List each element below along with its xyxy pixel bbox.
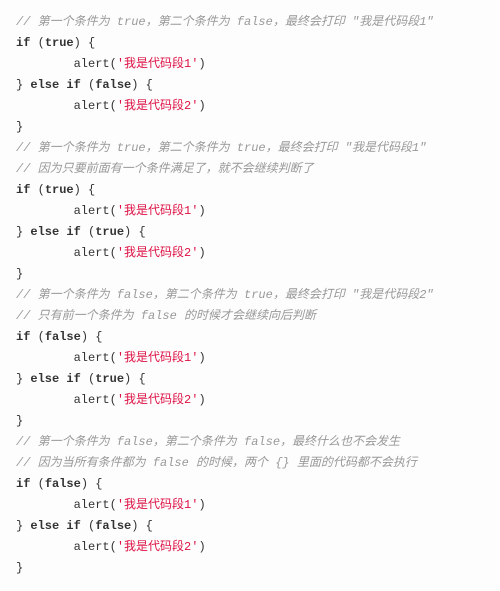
fn-alert: alert [74,540,110,554]
comment: // 因为只要前面有一个条件满足了，就不会继续判断了 [16,162,314,176]
bool: false [95,519,131,533]
string: '我是代码段2' [117,393,199,407]
kw-if: if [16,183,30,197]
bool: true [95,225,124,239]
bool: true [45,36,74,50]
string: '我是代码段1' [117,57,199,71]
string: '我是代码段2' [117,540,199,554]
bool: false [45,330,81,344]
kw-if: if [66,78,80,92]
comment: // 第一个条件为 false，第二个条件为 true，最终会打印 "我是代码段… [16,288,434,302]
kw-if: if [16,36,30,50]
kw-if: if [16,477,30,491]
kw-else: else [30,519,59,533]
string: '我是代码段1' [117,498,199,512]
fn-alert: alert [74,204,110,218]
string: '我是代码段1' [117,204,199,218]
kw-else: else [30,372,59,386]
fn-alert: alert [74,246,110,260]
fn-alert: alert [74,351,110,365]
comment: // 只有前一个条件为 false 的时候才会继续向后判断 [16,309,316,323]
kw-if: if [66,519,80,533]
bool: true [45,183,74,197]
kw-else: else [30,78,59,92]
bool: true [95,372,124,386]
kw-else: else [30,225,59,239]
string: '我是代码段2' [117,99,199,113]
code-block: // 第一个条件为 true，第二个条件为 false，最终会打印 "我是代码段… [16,12,484,579]
string: '我是代码段2' [117,246,199,260]
bool: false [95,78,131,92]
comment: // 因为当所有条件都为 false 的时候，两个 {} 里面的代码都不会执行 [16,456,417,470]
string: '我是代码段1' [117,351,199,365]
comment: // 第一个条件为 true，第二个条件为 false，最终会打印 "我是代码段… [16,15,434,29]
kw-if: if [66,372,80,386]
fn-alert: alert [74,57,110,71]
fn-alert: alert [74,99,110,113]
kw-if: if [16,330,30,344]
bool: false [45,477,81,491]
comment: // 第一个条件为 false，第二个条件为 false，最终什么也不会发生 [16,435,400,449]
fn-alert: alert [74,393,110,407]
kw-if: if [66,225,80,239]
fn-alert: alert [74,498,110,512]
comment: // 第一个条件为 true，第二个条件为 true，最终会打印 "我是代码段1… [16,141,426,155]
